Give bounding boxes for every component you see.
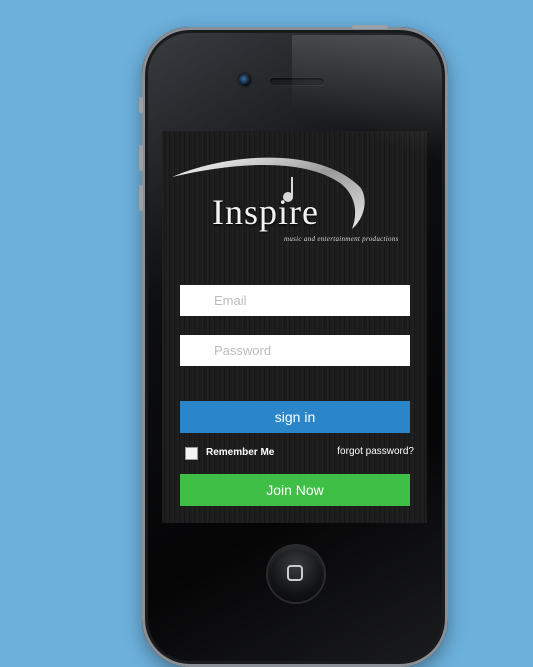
volume-down-button bbox=[139, 185, 143, 211]
volume-up-button bbox=[139, 145, 143, 171]
join-now-button[interactable]: Join Now bbox=[180, 474, 410, 506]
mute-switch bbox=[139, 97, 143, 113]
remember-me-label: Remember Me bbox=[206, 447, 275, 458]
home-button-icon bbox=[287, 565, 303, 581]
phone-frame: Inspire music and entertainment producti… bbox=[139, 25, 448, 667]
camera-icon bbox=[239, 74, 251, 86]
forgot-password-link[interactable]: forgot password? bbox=[337, 446, 414, 457]
sign-in-button[interactable]: sign in bbox=[180, 401, 410, 433]
logo-tagline: music and entertainment productions bbox=[284, 235, 399, 243]
app-screen: Inspire music and entertainment producti… bbox=[162, 131, 427, 523]
password-field[interactable] bbox=[180, 335, 410, 366]
home-button[interactable] bbox=[268, 546, 324, 602]
app-logo: Inspire bbox=[212, 192, 319, 232]
speaker-grille bbox=[270, 78, 324, 85]
power-button bbox=[352, 25, 388, 29]
remember-me-checkbox[interactable] bbox=[185, 447, 198, 460]
email-field[interactable] bbox=[180, 285, 410, 316]
